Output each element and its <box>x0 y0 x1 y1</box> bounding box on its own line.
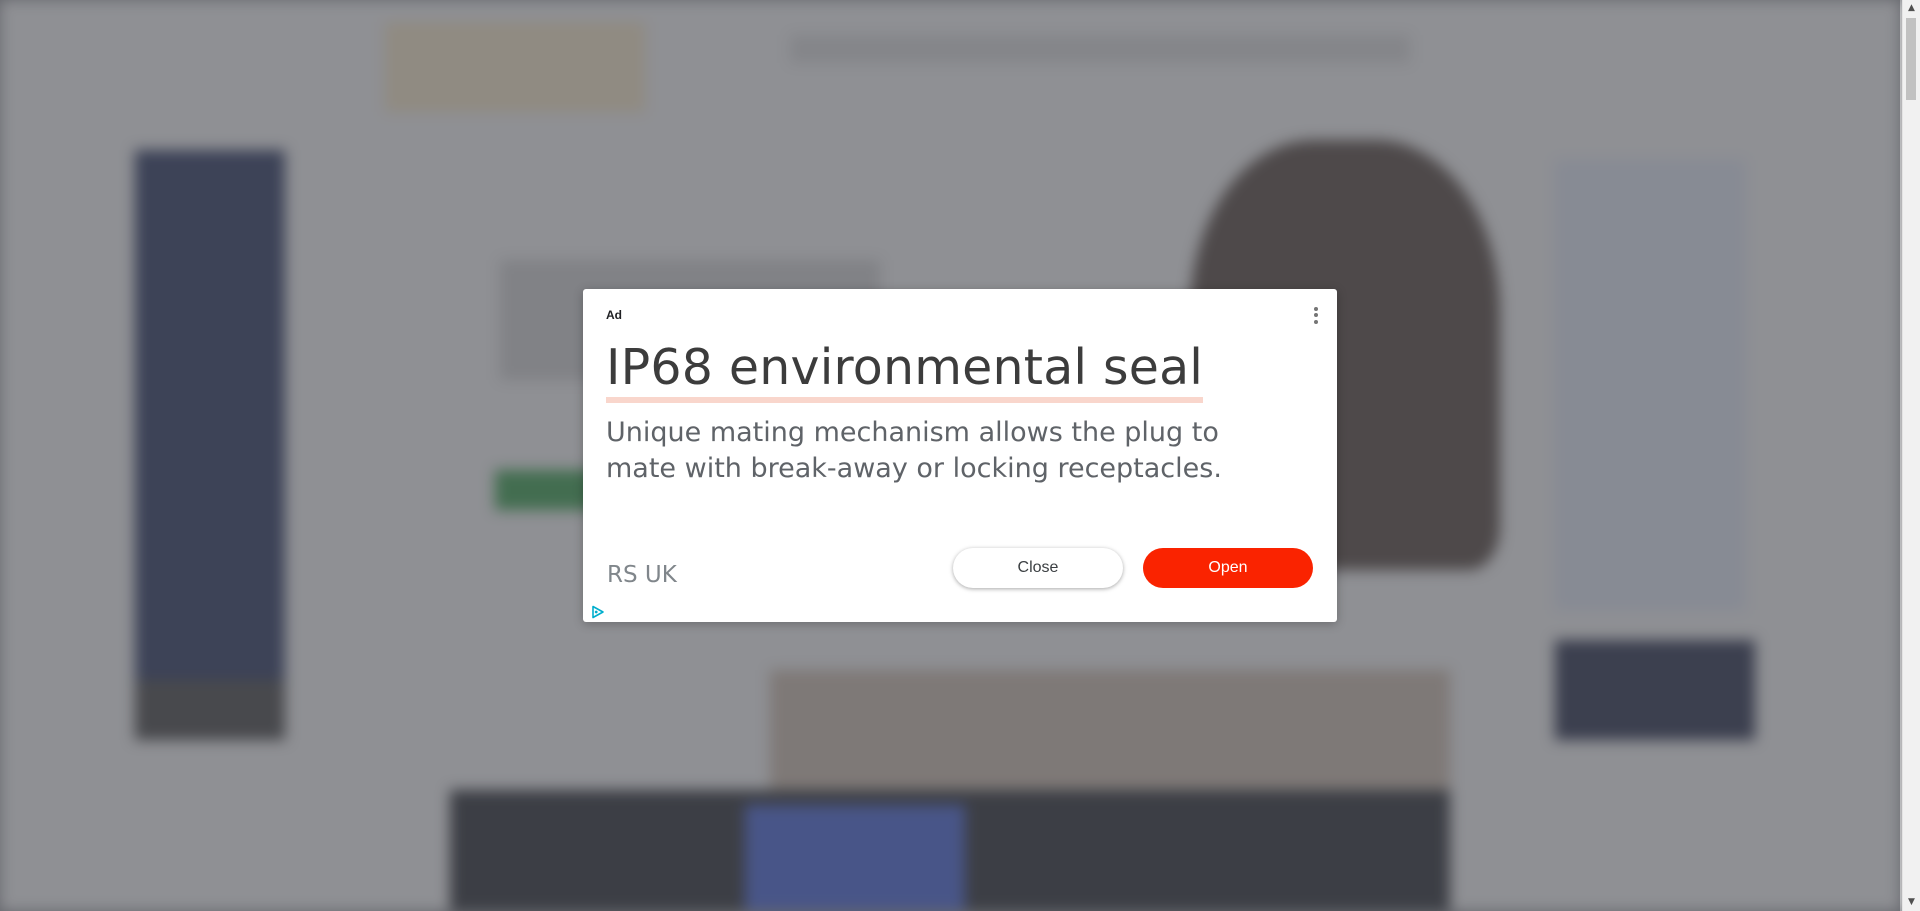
scrollbar[interactable]: ▲ ▼ <box>1902 0 1920 911</box>
adchoices-icon[interactable] <box>591 605 605 619</box>
ad-label: Ad <box>606 308 622 322</box>
close-button[interactable]: Close <box>953 548 1123 588</box>
open-button[interactable]: Open <box>1143 548 1313 588</box>
ad-dialog[interactable]: Ad IP68 environmental seal Unique mating… <box>583 289 1337 622</box>
more-vert-icon[interactable] <box>1311 304 1321 326</box>
scrollbar-thumb[interactable] <box>1906 18 1916 100</box>
scroll-up-arrow[interactable]: ▲ <box>1903 0 1920 17</box>
ad-advertiser[interactable]: RS UK <box>607 562 677 588</box>
ad-description[interactable]: Unique mating mechanism allows the plug … <box>606 415 1296 487</box>
scroll-down-arrow[interactable]: ▼ <box>1903 894 1920 911</box>
ad-headline[interactable]: IP68 environmental seal <box>606 340 1204 403</box>
